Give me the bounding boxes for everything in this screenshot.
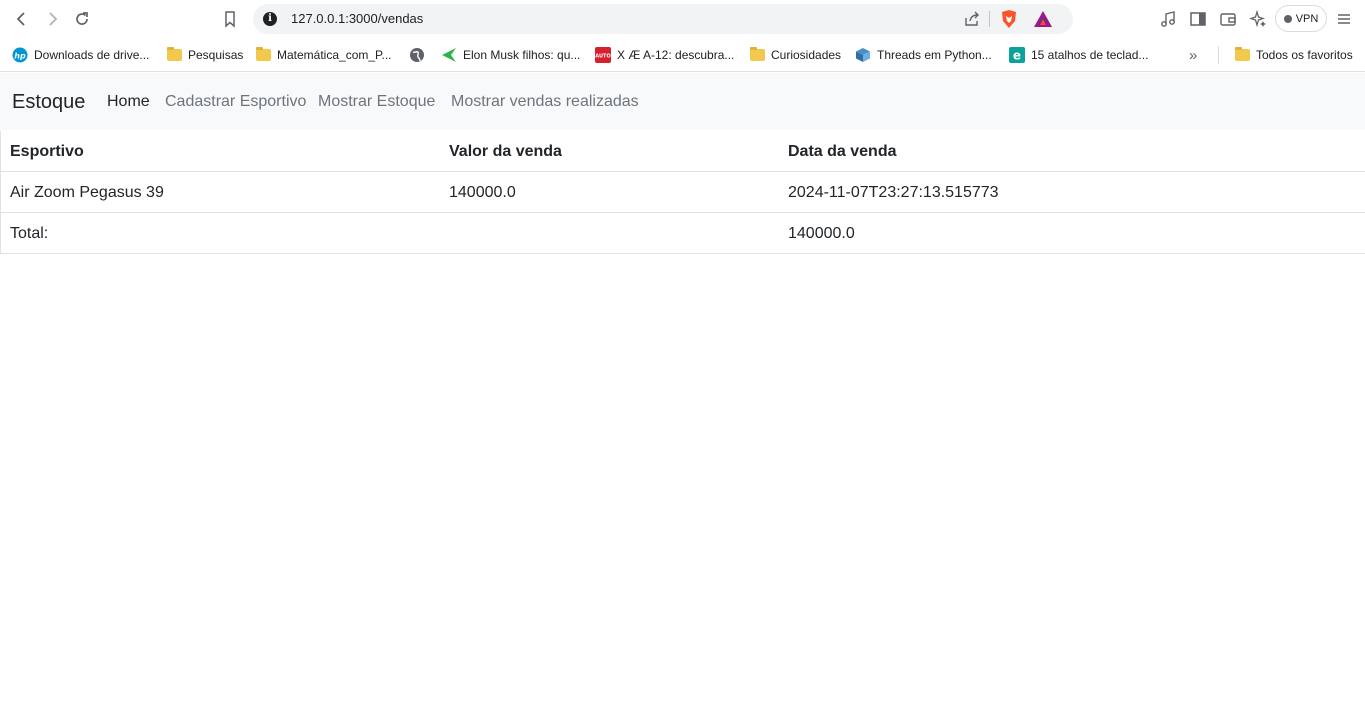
wallet-icon[interactable] xyxy=(1216,7,1240,31)
music-icon[interactable] xyxy=(1156,7,1180,31)
menu-icon[interactable] xyxy=(1332,7,1356,31)
green-arrow-icon xyxy=(441,47,457,63)
address-bar[interactable]: i 127.0.0.1:3000/vendas xyxy=(253,4,1073,34)
bookmark-label: X Æ A-12: descubra... xyxy=(617,48,735,62)
divider xyxy=(989,11,990,27)
more-bookmarks-icon[interactable]: » xyxy=(1189,47,1197,64)
sidebar-icon[interactable] xyxy=(1186,7,1210,31)
column-header: Data da venda xyxy=(788,143,897,160)
nav-link-cadastrar[interactable]: Cadastrar Esportivo xyxy=(165,93,306,111)
bookmark-label: Elon Musk filhos: qu... xyxy=(463,48,581,62)
divider xyxy=(1218,46,1219,64)
folder-icon xyxy=(166,47,182,63)
bookmark-label: Curiosidades xyxy=(771,48,842,62)
svg-text:AUTO: AUTO xyxy=(595,54,610,60)
bookmark-item[interactable] xyxy=(409,47,425,63)
bookmark-folder[interactable]: Curiosidades xyxy=(749,47,841,63)
auto-icon: AUTO xyxy=(595,47,611,63)
bookmark-item[interactable]: AUTO X Æ A-12: descubra... xyxy=(595,47,734,63)
vpn-button[interactable]: VPN xyxy=(1275,5,1327,32)
bookmark-icon[interactable] xyxy=(218,7,242,31)
bookmark-label: Todos os favoritos xyxy=(1256,48,1353,62)
column-header: Valor da venda xyxy=(449,143,562,160)
app-navbar: Estoque Home Cadastrar Esportivo Mostrar… xyxy=(0,73,1365,130)
bookmark-folder[interactable]: Todos os favoritos xyxy=(1234,47,1353,63)
globe-icon xyxy=(409,47,425,63)
svg-text:e: e xyxy=(1013,49,1021,63)
svg-text:hp: hp xyxy=(14,52,26,61)
bookmark-item[interactable]: e 15 atalhos de teclad... xyxy=(1009,47,1148,63)
reload-icon[interactable] xyxy=(70,7,94,31)
e-icon: e xyxy=(1009,47,1025,63)
forward-icon[interactable] xyxy=(40,7,64,31)
share-icon[interactable] xyxy=(963,10,981,33)
bookmark-label: Pesquisas xyxy=(188,48,244,62)
folder-icon xyxy=(255,47,271,63)
total-value: 140000.0 xyxy=(788,225,855,242)
bookmarks-bar: hp Downloads de drive... Pesquisas Matem… xyxy=(0,38,1365,72)
column-header: Esportivo xyxy=(10,143,84,160)
cell-esportivo: Air Zoom Pegasus 39 xyxy=(10,184,164,201)
table-header-row: Esportivo Valor da venda Data da venda xyxy=(0,131,1365,172)
cell-data: 2024-11-07T23:27:13.515773 xyxy=(788,184,999,201)
bookmark-folder[interactable]: Matemática_com_P... xyxy=(255,47,392,63)
url-text: 127.0.0.1:3000/vendas xyxy=(291,11,424,26)
table-total-row: Total: 140000.0 xyxy=(0,213,1365,254)
table-row: Air Zoom Pegasus 39 140000.0 2024-11-07T… xyxy=(0,172,1365,213)
brave-shield-icon[interactable] xyxy=(1000,9,1018,34)
hp-icon: hp xyxy=(12,47,28,63)
site-info-icon[interactable]: i xyxy=(263,12,277,26)
vpn-status-icon xyxy=(1283,14,1292,23)
bookmark-folder[interactable]: Pesquisas xyxy=(166,47,243,63)
total-label: Total: xyxy=(10,225,49,242)
cell-valor: 140000.0 xyxy=(449,184,516,201)
leo-ai-icon[interactable] xyxy=(1246,7,1270,31)
bookmark-label: 15 atalhos de teclad... xyxy=(1031,48,1149,62)
back-icon[interactable] xyxy=(10,7,34,31)
bookmark-label: Matemática_com_P... xyxy=(277,48,392,62)
bookmark-label: Downloads de drive... xyxy=(34,48,150,62)
nav-link-estoque[interactable]: Mostrar Estoque xyxy=(318,93,435,111)
nav-link-vendas[interactable]: Mostrar vendas realizadas xyxy=(451,93,639,111)
bookmark-item[interactable]: Threads em Python... xyxy=(855,47,992,63)
bookmark-item[interactable]: Elon Musk filhos: qu... xyxy=(441,47,580,63)
bookmark-item[interactable]: hp Downloads de drive... xyxy=(12,47,149,63)
folder-icon xyxy=(749,47,765,63)
cube-icon xyxy=(855,47,871,63)
bookmark-label: Threads em Python... xyxy=(877,48,992,62)
folder-icon xyxy=(1234,47,1250,63)
navbar-brand[interactable]: Estoque xyxy=(12,91,85,114)
browser-toolbar: i 127.0.0.1:3000/vendas VPN xyxy=(0,0,1365,38)
nav-link-home[interactable]: Home xyxy=(107,93,150,111)
vpn-label: VPN xyxy=(1295,12,1319,25)
rewards-icon[interactable] xyxy=(1033,10,1053,33)
